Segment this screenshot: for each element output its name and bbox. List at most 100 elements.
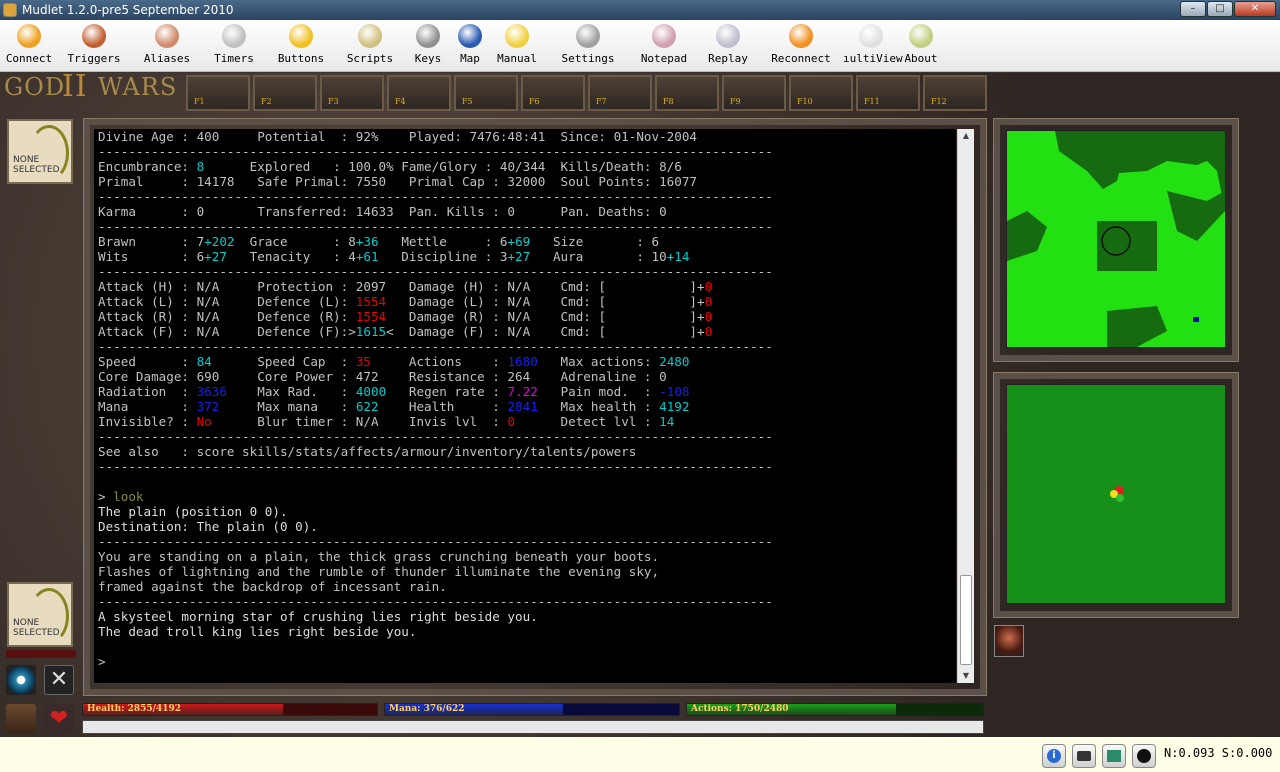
scroll-up-arrow-icon[interactable]: ▲ [958, 129, 974, 143]
toolbar-replay-button[interactable]: Replay [704, 24, 752, 70]
console-text-segment: 1554 [355, 309, 387, 324]
console-text-segment: Detect lvl : [515, 414, 660, 429]
console-text-segment: Core Damage: 690 Core Power : 472 Resist… [98, 369, 667, 384]
console-text-segment: Flashes of lightning and the rumble of t… [98, 564, 660, 579]
network-stats: N:0.093 S:0.000 [1164, 746, 1273, 760]
console-text-segment: Radiation : [98, 384, 197, 399]
console-text-segment: 7.22 [507, 384, 538, 399]
logging-icon[interactable] [1072, 744, 1096, 768]
console-text-segment: Speed Cap : [211, 354, 356, 369]
console-text-segment: 1615 [355, 324, 387, 339]
aliases-icon [155, 24, 179, 48]
console-text-segment: Size : 6 [530, 234, 660, 249]
console-text-segment: Destination: The plain (0 0). [98, 519, 318, 534]
character-portrait[interactable] [994, 625, 1024, 657]
console-line: Attack (L) : N/A Defence (L): 1554 Damag… [94, 294, 956, 309]
console-text-segment: 4000 [355, 384, 387, 399]
toolbar-settings-button[interactable]: Settings [558, 24, 618, 70]
toolbar-notepad-button[interactable]: Notepad [636, 24, 692, 70]
console-text-segment: 1554 [355, 294, 387, 309]
toolbar-keys-button[interactable]: Keys [412, 24, 444, 70]
fkey-f9-button[interactable]: F9 [722, 75, 786, 111]
console-text-segment: 2480 [659, 354, 690, 369]
info-icon[interactable]: i [1042, 744, 1066, 768]
toolbar-map-button[interactable]: Map [456, 24, 484, 70]
toolbar-triggers-button[interactable]: Triggers [64, 24, 124, 70]
console-line: Wits : 6+27 Tenacity : 4+61 Discipline :… [94, 249, 956, 264]
console-text-segment: Discipline : 3 [378, 249, 508, 264]
console-text-segment: ----------------------------------------… [98, 429, 773, 444]
boot-icon[interactable] [6, 704, 36, 734]
console-text-segment: < Damage (F) : N/A Cmd: [ ]+ [386, 324, 705, 339]
toolbar-buttons-button[interactable]: Buttons [274, 24, 328, 70]
eye-icon[interactable] [6, 665, 36, 695]
console-scrollbar[interactable]: ▲ ▼ [957, 129, 974, 683]
network-icon[interactable] [1102, 744, 1126, 768]
console-line: See also : score skills/stats/affects/ar… [94, 444, 956, 459]
fkey-f6-button[interactable]: F6 [521, 75, 585, 111]
toolbar-connect-button[interactable]: Connect [4, 24, 54, 70]
toolbar-timers-button[interactable]: Timers [210, 24, 258, 70]
console-text-segment: Brawn : 7 [98, 234, 205, 249]
mana-bar: Mana: 376/622 [384, 703, 680, 716]
toolbar-ultiview-button[interactable]: ıultiView [843, 24, 903, 70]
health-bar: Health: 2855/4192 [82, 703, 378, 716]
console-line: Divine Age : 400 Potential : 92% Played:… [94, 129, 956, 144]
heart-icon[interactable]: ❤ [44, 704, 74, 734]
area-map[interactable] [1006, 130, 1226, 348]
console-text-segment: Primal : 14178 Safe Primal: 7550 Primal … [98, 174, 697, 189]
window-titlebar: Mudlet 1.2.0-pre5 September 2010 – □ ✕ [0, 0, 1280, 20]
console-text-segment: Wits : 6 [98, 249, 205, 264]
minimize-button[interactable]: – [1180, 1, 1206, 17]
window-title: Mudlet 1.2.0-pre5 September 2010 [22, 3, 234, 17]
console-text-segment: ----------------------------------------… [98, 339, 773, 354]
toolbar-scripts-button[interactable]: Scripts [342, 24, 398, 70]
console-line: Invisible? : No Blur timer : N/A Invis l… [94, 414, 956, 429]
fkey-f8-button[interactable]: F8 [655, 75, 719, 111]
buttons-icon [289, 24, 313, 48]
local-map[interactable] [1006, 384, 1226, 604]
fkey-f11-button[interactable]: F11 [856, 75, 920, 111]
fkey-f12-button[interactable]: F12 [923, 75, 987, 111]
fkey-f4-button[interactable]: F4 [387, 75, 451, 111]
scroll-down-arrow-icon[interactable]: ▼ [958, 669, 974, 683]
console-text-segment: 0 [704, 279, 713, 294]
console-line: Attack (R) : N/A Defence (R): 1554 Damag… [94, 309, 956, 324]
scrollbar-thumb[interactable] [960, 575, 972, 665]
console-text-segment: Pain mod. : [537, 384, 660, 399]
console-text-segment: See also : score skills/stats/affects/ar… [98, 444, 637, 459]
console-text-segment: ----------------------------------------… [98, 144, 773, 159]
console-line: ----------------------------------------… [94, 429, 956, 444]
fkey-f3-button[interactable]: F3 [320, 75, 384, 111]
toolbar-about-button[interactable]: About [903, 24, 939, 70]
console-line: Core Damage: 690 Core Power : 472 Resist… [94, 369, 956, 384]
target-portrait-top[interactable]: NONE SELECTED [7, 119, 73, 184]
toolbar-aliases-button[interactable]: Aliases [142, 24, 192, 70]
console-line: > [94, 654, 956, 669]
close-button[interactable]: ✕ [1234, 1, 1276, 17]
console-text-segment: 4192 [659, 399, 690, 414]
fkey-f10-button[interactable]: F10 [789, 75, 853, 111]
crossed-swords-icon[interactable]: ✕ [44, 665, 74, 695]
fkey-f5-button[interactable]: F5 [454, 75, 518, 111]
console-line: Brawn : 7+202 Grace : 8+36 Mettle : 6+69… [94, 234, 956, 249]
fkey-f7-button[interactable]: F7 [588, 75, 652, 111]
main-console[interactable]: Divine Age : 400 Potential : 92% Played:… [94, 129, 956, 683]
command-input[interactable] [82, 720, 984, 734]
console-text-segment: Max Rad. : [226, 384, 356, 399]
console-text-segment: Blur timer : N/A Invis lvl : [211, 414, 508, 429]
console-text-segment: Divine Age : 400 Potential : 92% Played:… [98, 129, 697, 144]
console-text-segment: 0 [704, 309, 713, 324]
target-portrait-bottom[interactable]: NONE SELECTED [7, 582, 73, 647]
emergency-stop-icon[interactable] [1132, 744, 1156, 768]
console-text-segment: Speed : [98, 354, 197, 369]
fkey-f1-button[interactable]: F1 [186, 75, 250, 111]
toolbar-manual-button[interactable]: Manual [494, 24, 540, 70]
fkey-f2-button[interactable]: F2 [253, 75, 317, 111]
maximize-button[interactable]: □ [1207, 1, 1233, 17]
console-text-segment: Health : [378, 399, 508, 414]
toolbar-reconnect-button[interactable]: Reconnect [768, 24, 834, 70]
console-text-segment: look [113, 489, 144, 504]
console-line: ----------------------------------------… [94, 189, 956, 204]
